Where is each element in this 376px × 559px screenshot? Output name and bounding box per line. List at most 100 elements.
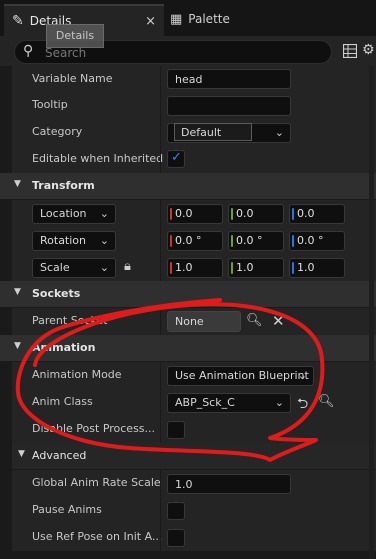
collapse-chevron-icon: ▼ xyxy=(14,341,21,351)
global-anim-rate-scale-input[interactable]: 1.0 xyxy=(167,474,291,494)
anim-class-value: ABP_Sck_C xyxy=(175,396,235,409)
parent-socket-row: Parent Socket None 🔍︎ ✕ xyxy=(12,308,376,336)
pause-anims-checkbox[interactable] xyxy=(167,502,185,520)
scale-x-input[interactable]: 1.0 xyxy=(167,258,223,278)
location-z-input[interactable]: 0.0 xyxy=(289,204,345,224)
animation-mode-row: Animation Mode Use Animation Blueprint ⌄ xyxy=(12,362,376,390)
y-axis-marker xyxy=(231,208,233,220)
browse-socket-icon[interactable]: 🔍︎ xyxy=(246,313,263,328)
palette-icon: ▦ xyxy=(170,11,183,27)
lock-icon[interactable]: 🔒︎ xyxy=(124,259,131,274)
row-divider xyxy=(160,119,161,146)
row-divider xyxy=(160,200,161,227)
collapse-chevron-icon: ▼ xyxy=(18,449,25,459)
parent-socket-label: Parent Socket xyxy=(32,314,108,327)
parent-socket-value[interactable]: None xyxy=(167,311,241,332)
row-divider xyxy=(160,416,161,443)
y-axis-marker xyxy=(231,262,233,274)
variable-name-label: Variable Name xyxy=(32,72,113,85)
clear-icon[interactable]: ✕ xyxy=(272,312,285,330)
animation-mode-combo[interactable]: Use Animation Blueprint ⌄ xyxy=(167,366,314,386)
row-divider xyxy=(160,66,161,92)
row-divider xyxy=(160,308,161,335)
scale-mode-combo[interactable]: Scale ⌄ xyxy=(32,258,116,278)
location-y-input[interactable]: 0.0 xyxy=(228,204,284,224)
y-axis-marker xyxy=(231,235,233,247)
location-x-input[interactable]: 0.0 xyxy=(167,204,223,224)
use-selected-arrow-icon[interactable]: ⮌ xyxy=(297,393,308,417)
chevron-down-icon: ⌄ xyxy=(99,207,109,220)
advanced-subsection-header[interactable]: ▼ Advanced xyxy=(12,443,376,469)
grid-view-icon[interactable] xyxy=(343,44,357,58)
category-label: Category xyxy=(32,125,83,138)
global-anim-rate-scale-row: Global Anim Rate Scale 1.0 xyxy=(12,470,376,498)
tab-palette[interactable]: ▦ Palette xyxy=(170,4,290,34)
row-divider xyxy=(160,470,161,497)
anim-class-row: Anim Class ABP_Sck_C ⌄ ⮌ 🔍︎ xyxy=(12,389,376,417)
collapse-chevron-icon: ▼ xyxy=(14,287,21,297)
scale-row: Scale ⌄ 🔒︎ 1.0 1.0 1.0 xyxy=(12,254,376,282)
details-panel: Variable Name head Tooltip Category Defa… xyxy=(0,66,376,559)
category-value: Default xyxy=(174,123,252,141)
x-axis-marker xyxy=(170,235,172,247)
variable-name-input[interactable]: head xyxy=(167,69,291,89)
scale-x-value: 1.0 xyxy=(175,261,193,274)
category-combo[interactable]: Default ⌄ xyxy=(167,123,291,143)
transform-section-header[interactable]: ▼ Transform xyxy=(0,173,376,199)
disable-post-process-row: Disable Post Process... xyxy=(12,416,376,444)
search-icon: ⚲ xyxy=(23,43,34,59)
rotation-mode-label: Rotation xyxy=(40,234,87,247)
animation-title: Animation xyxy=(32,341,96,354)
use-ref-pose-checkbox[interactable] xyxy=(167,529,185,547)
anim-class-combo[interactable]: ABP_Sck_C ⌄ xyxy=(167,393,291,413)
disable-post-process-checkbox[interactable] xyxy=(167,421,185,439)
z-axis-marker xyxy=(292,208,294,220)
pencil-icon: ✎ xyxy=(12,13,24,29)
use-ref-pose-label: Use Ref Pose on Init A... xyxy=(32,530,163,543)
editable-when-inherited-label: Editable when Inherited xyxy=(32,152,164,165)
rotation-y-input[interactable]: 0.0 ° xyxy=(228,231,284,251)
row-divider xyxy=(160,254,161,281)
rotation-y-value: 0.0 ° xyxy=(236,234,263,247)
editable-when-inherited-checkbox[interactable]: ✓ xyxy=(167,150,185,168)
close-tab-icon[interactable]: × xyxy=(145,14,156,29)
x-axis-marker xyxy=(170,208,172,220)
animation-mode-value: Use Animation Blueprint xyxy=(175,369,309,382)
rotation-z-input[interactable]: 0.0 ° xyxy=(289,231,345,251)
tooltip-row: Tooltip xyxy=(12,92,376,120)
scale-y-input[interactable]: 1.0 xyxy=(228,258,284,278)
pause-anims-label: Pause Anims xyxy=(32,503,102,516)
location-mode-combo[interactable]: Location ⌄ xyxy=(32,204,116,224)
chevron-down-icon: ⌄ xyxy=(274,396,284,409)
sockets-section-header[interactable]: ▼ Sockets xyxy=(0,281,376,307)
settings-gear-icon[interactable]: ⚙ xyxy=(362,42,375,58)
animation-section-header[interactable]: ▼ Animation xyxy=(0,335,376,361)
scale-z-input[interactable]: 1.0 xyxy=(289,258,345,278)
vertical-scrollbar[interactable] xyxy=(369,66,374,559)
rotation-row: Rotation ⌄ 0.0 ° 0.0 ° 0.0 ° xyxy=(12,227,376,255)
row-divider xyxy=(160,389,161,416)
z-axis-marker xyxy=(292,262,294,274)
animation-mode-label: Animation Mode xyxy=(32,368,122,381)
global-anim-rate-scale-label: Global Anim Rate Scale xyxy=(32,476,161,489)
x-axis-marker xyxy=(170,262,172,274)
details-tooltip: Details xyxy=(46,24,104,48)
pause-anims-row: Pause Anims xyxy=(12,497,376,525)
browse-asset-icon[interactable]: 🔍︎ xyxy=(318,394,335,409)
location-y-value: 0.0 xyxy=(236,207,254,220)
scale-mode-label: Scale xyxy=(40,261,70,274)
chevron-down-icon: ⌄ xyxy=(99,234,109,247)
tooltip-input[interactable] xyxy=(167,96,291,116)
anim-class-label: Anim Class xyxy=(32,395,93,408)
category-row: Category Default ⌄ xyxy=(12,119,376,147)
rotation-x-input[interactable]: 0.0 ° xyxy=(167,231,223,251)
row-divider xyxy=(160,497,161,524)
row-divider xyxy=(160,227,161,254)
rotation-mode-combo[interactable]: Rotation ⌄ xyxy=(32,231,116,251)
z-axis-marker xyxy=(292,235,294,247)
checkmark-icon: ✓ xyxy=(171,150,182,165)
location-z-value: 0.0 xyxy=(297,207,315,220)
row-divider xyxy=(160,362,161,389)
scale-z-value: 1.0 xyxy=(297,261,315,274)
scale-y-value: 1.0 xyxy=(236,261,254,274)
